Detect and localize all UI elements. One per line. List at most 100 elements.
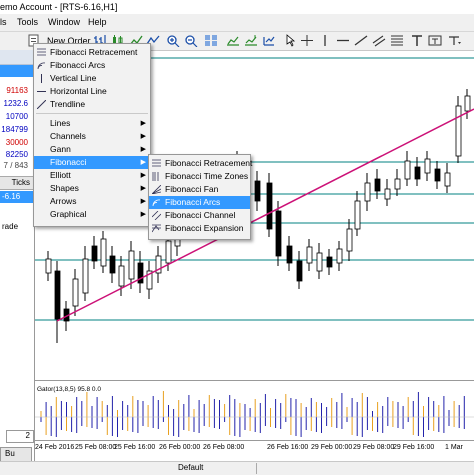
text-tool-icon[interactable] — [410, 34, 424, 47]
submenu-item-fibonacci-expansion[interactable]: Fibonacci Expansion — [149, 222, 250, 235]
trendline-tool-icon[interactable] — [354, 34, 368, 47]
menu-window[interactable]: Window — [48, 14, 80, 31]
chart-shift-icon[interactable] — [244, 34, 258, 47]
quote-value: 91163 — [6, 86, 28, 95]
crosshair-icon[interactable] — [300, 34, 314, 47]
ticks-tab-label: Ticks — [11, 178, 30, 187]
menu-item-label: Trendline — [50, 99, 86, 109]
menu-item-horizontal-line[interactable]: Horizontal Line — [34, 85, 150, 98]
menu-item-fibonacci-arcs[interactable]: Fibonacci Arcs — [34, 59, 150, 72]
status-profile[interactable]: Default — [178, 463, 203, 472]
menu-item-label: Fibonacci Retracement — [165, 158, 253, 168]
vertical-line-icon — [37, 74, 46, 83]
status-bar: Default — [0, 461, 474, 475]
horizontal-line-tool-icon[interactable] — [336, 34, 350, 47]
market-watch-row-selected[interactable] — [0, 65, 34, 77]
volume-value: 2 — [25, 431, 30, 440]
menu-item-label: Lines — [50, 118, 71, 128]
menu-tools[interactable]: Tools — [17, 14, 38, 31]
ticks-tab[interactable]: Ticks — [0, 176, 34, 190]
menu-item-label: Fibonacci Fan — [165, 184, 219, 194]
menu-item-gann[interactable]: Gann ▶ — [34, 143, 150, 156]
title-bar: emo Account - [RTS-6.16,H1] — [0, 0, 474, 14]
candle — [414, 166, 421, 180]
candle — [444, 172, 451, 187]
fibonacci-tool-icon[interactable] — [390, 34, 404, 47]
menu-item-fibonacci[interactable]: Fibonacci ▶ — [34, 156, 150, 169]
submenu-item-fibonacci-retracement[interactable]: Fibonacci Retracement — [149, 157, 253, 170]
candle — [404, 160, 411, 180]
fibo-retracement-icon — [152, 159, 161, 168]
indicators-icon[interactable] — [262, 34, 276, 47]
buy-button[interactable]: Bu — [0, 447, 32, 462]
menu-item-arrows[interactable]: Arrows ▶ — [34, 195, 150, 208]
candle — [45, 258, 52, 274]
fibo-retracement-icon — [37, 48, 46, 57]
menu-separator — [36, 113, 148, 114]
menu-item-graphical[interactable]: Graphical ▶ — [34, 208, 150, 221]
candle — [346, 228, 353, 252]
candle — [306, 246, 313, 264]
quote-value: 1232.6 — [3, 99, 28, 108]
menu-item-label: Fibonacci Time Zones — [165, 171, 249, 181]
quote-count: 7 / 843 — [3, 161, 28, 170]
objects-menu: Fibonacci Retracement Fibonacci Arcs Ver… — [33, 43, 151, 227]
menu-item-label: Fibonacci Arcs — [50, 60, 106, 70]
submenu-item-fibonacci-fan[interactable]: Fibonacci Fan — [149, 183, 250, 196]
menu-item-label: Arrows — [50, 196, 77, 206]
fibonacci-submenu: Fibonacci Retracement Fibonacci Time Zon… — [148, 154, 253, 240]
x-axis-label: 29 Feb 16:00 — [393, 444, 435, 451]
x-axis-label: 26 Feb 16:00 — [267, 444, 309, 451]
menu-item-label: Fibonacci Channel — [165, 210, 236, 220]
menu-item-label: Fibonacci Retracement — [50, 47, 138, 57]
x-axis-label: 29 Feb 08:00 — [353, 444, 395, 451]
fibo-expansion-icon — [151, 224, 161, 233]
menu-item-shapes[interactable]: Shapes ▶ — [34, 182, 150, 195]
menu-item-label: Channels — [50, 131, 86, 141]
menu-item-lines[interactable]: Lines ▶ — [34, 117, 150, 130]
menu-item-elliott[interactable]: Elliott ▶ — [34, 169, 150, 182]
trendline-icon — [36, 99, 47, 110]
candle — [286, 245, 293, 264]
candle — [54, 270, 61, 320]
candle — [254, 180, 261, 202]
menu-help[interactable]: Help — [88, 14, 107, 31]
menu-item-vertical-line[interactable]: Vertical Line — [34, 72, 150, 85]
candle — [354, 200, 361, 230]
candle — [275, 210, 282, 257]
menu-item-label: Vertical Line — [50, 73, 97, 83]
x-axis: 24 Feb 2016 25 Feb 08:00 25 Feb 16:00 26… — [35, 441, 474, 457]
menu-item-channels[interactable]: Channels ▶ — [34, 130, 150, 143]
cursor-icon[interactable] — [283, 34, 297, 47]
zoom-in-icon[interactable] — [166, 34, 180, 47]
auto-scroll-icon[interactable] — [226, 34, 240, 47]
text-label-tool-icon[interactable] — [428, 34, 442, 47]
volume-box[interactable]: 2 — [6, 430, 34, 443]
submenu-arrow-icon: ▶ — [140, 211, 146, 218]
submenu-arrow-icon: ▶ — [140, 146, 146, 153]
x-axis-label: 26 Feb 00:00 — [159, 444, 201, 451]
tile-windows-icon[interactable] — [204, 34, 218, 47]
symbol-box[interactable]: -6.16 — [0, 191, 34, 203]
menu-item-fibonacci-retracement[interactable]: Fibonacci Retracement — [34, 46, 150, 59]
candle — [128, 250, 135, 280]
submenu-item-fibonacci-channel[interactable]: Fibonacci Channel — [149, 209, 250, 222]
fibo-channel-icon — [151, 210, 162, 221]
submenu-item-fibonacci-time-zones[interactable]: Fibonacci Time Zones — [149, 170, 250, 183]
arrows-dropdown-icon[interactable] — [447, 34, 461, 47]
candle — [364, 182, 371, 202]
zoom-out-icon[interactable] — [184, 34, 198, 47]
candle — [384, 188, 391, 200]
fibo-arcs-icon — [152, 198, 161, 207]
channel-tool-icon[interactable] — [372, 34, 386, 47]
vertical-line-tool-icon[interactable] — [318, 34, 332, 47]
menu-bar: ls Tools Window Help — [0, 14, 474, 32]
submenu-item-fibonacci-arcs[interactable]: Fibonacci Arcs — [149, 196, 250, 209]
menu-item-trendline[interactable]: Trendline — [34, 98, 150, 111]
fibo-arcs-icon — [37, 61, 46, 70]
market-watch-panel: 91163 1232.6 10700 184799 30000 82250 7 … — [0, 50, 35, 474]
quote-value: 82250 — [5, 150, 28, 159]
menu-item-label: Horizontal Line — [50, 86, 107, 96]
menu-tools-fragment[interactable]: ls — [0, 14, 7, 31]
candle — [118, 265, 125, 287]
